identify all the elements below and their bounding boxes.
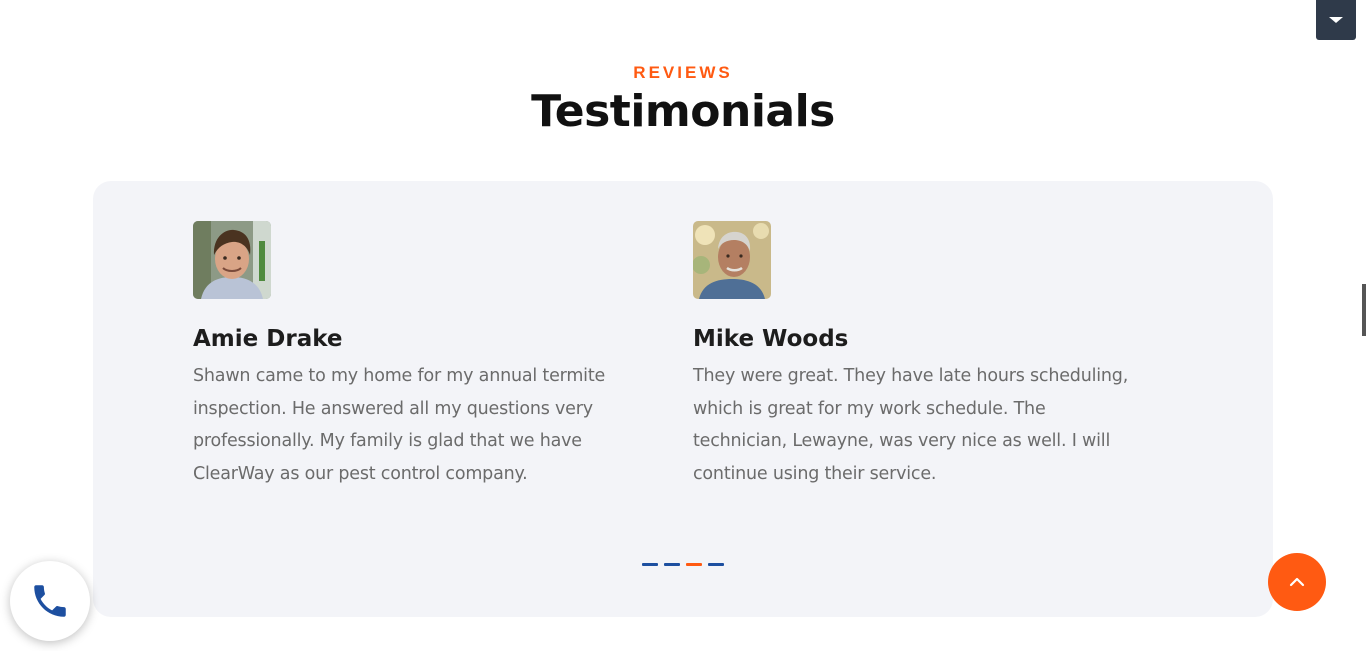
reviewer-name: Amie Drake [193,326,343,352]
back-to-top-button[interactable] [1268,553,1326,611]
carousel-dot[interactable] [642,563,658,566]
testimonials-carousel: Amie Drake Shawn came to my home for my … [93,181,1273,617]
review-text: Shawn came to my home for my annual term… [193,366,606,484]
phone-icon [34,585,66,617]
section-eyebrow: REVIEWS [633,63,733,82]
avatar [693,221,771,299]
carousel-dot[interactable] [708,563,724,566]
top-bar-toggle-button[interactable] [1316,0,1356,40]
chevron-up-icon [1289,577,1305,587]
review-text: They were great. They have late hours sc… [693,366,1129,484]
scrollbar-thumb[interactable] [1362,284,1366,336]
carousel-pagination [642,563,724,566]
carousel-dot[interactable] [664,563,680,566]
caret-down-icon [1329,17,1343,23]
carousel-dot[interactable] [686,563,702,566]
avatar [193,221,271,299]
call-button[interactable] [10,561,90,641]
reviewer-name: Mike Woods [693,326,849,352]
section-title: Testimonials [531,86,835,137]
testimonial-card: Mike Woods They were great. They have la… [693,221,1143,490]
testimonial-card: Amie Drake Shawn came to my home for my … [193,221,643,490]
